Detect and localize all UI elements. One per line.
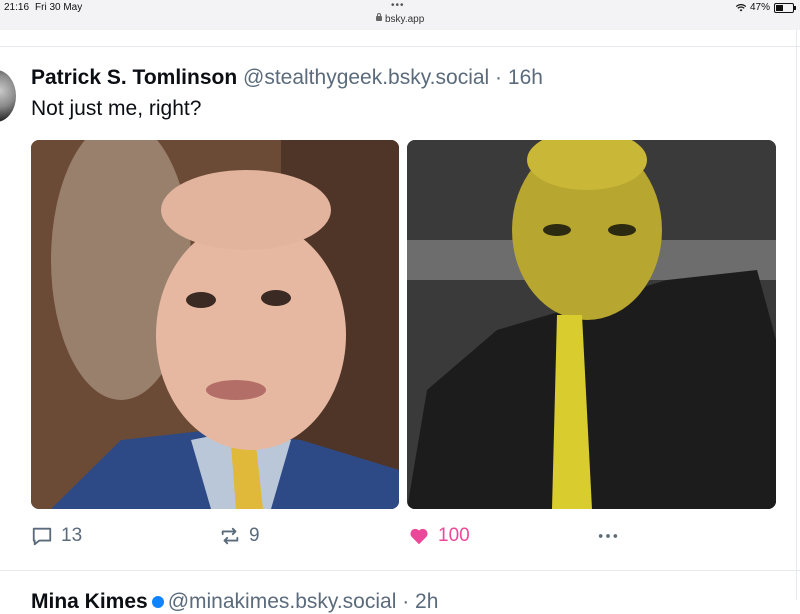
reply-count: 13 — [61, 525, 83, 546]
status-date: Fri 30 May — [35, 2, 83, 13]
address-bar[interactable]: bsky.app — [376, 13, 425, 25]
photo-man-suit-icon — [31, 140, 399, 509]
next-author-name[interactable]: Mina Kimes — [31, 590, 148, 613]
feed-divider — [0, 46, 800, 47]
reply-button[interactable]: 13 — [31, 525, 82, 547]
battery-icon — [774, 2, 796, 13]
photo-creature-icon — [407, 140, 776, 509]
more-icon — [598, 534, 618, 538]
separator: · — [489, 66, 508, 89]
author-handle[interactable]: @stealthygeek.bsky.social — [243, 66, 489, 89]
battery-percent: 47% — [749, 2, 770, 13]
browser-menu-dots[interactable]: ••• — [391, 0, 405, 11]
lock-icon — [376, 13, 382, 21]
like-button[interactable]: 100 — [408, 525, 470, 547]
next-separator: · — [396, 590, 416, 613]
verified-icon — [151, 596, 164, 609]
heart-icon — [410, 528, 428, 545]
next-post-header: Mina Kimes @minakimes.bsky.social · 2h — [31, 590, 438, 614]
repost-button[interactable]: 9 — [219, 525, 260, 547]
post-text: Not just me, right? — [31, 97, 202, 120]
feed-right-border — [796, 30, 797, 600]
post-actions: 13 9 100 — [0, 525, 800, 549]
status-bar: 21:16 Fri 30 May ••• bsky.app 47% — [0, 0, 800, 30]
repost-icon — [221, 527, 239, 545]
next-author-handle[interactable]: @minakimes.bsky.social — [168, 590, 397, 613]
post-divider — [0, 570, 800, 571]
post-header: Patrick S. Tomlinson @stealthygeek.bsky.… — [31, 66, 543, 90]
more-options-button[interactable] — [597, 525, 627, 547]
avatar[interactable] — [0, 70, 16, 122]
reply-icon — [32, 527, 52, 546]
post-time[interactable]: 16h — [508, 66, 543, 89]
wifi-icon — [735, 3, 746, 11]
status-time: 21:16 — [4, 2, 30, 13]
url-text: bsky.app — [385, 14, 425, 25]
next-post-time[interactable]: 2h — [415, 590, 438, 613]
author-name[interactable]: Patrick S. Tomlinson — [31, 66, 237, 89]
post-image-left[interactable] — [31, 140, 399, 509]
status-right: 47% — [735, 2, 796, 13]
post-image-right[interactable] — [407, 140, 776, 509]
repost-count: 9 — [249, 525, 260, 546]
like-count: 100 — [438, 525, 470, 546]
